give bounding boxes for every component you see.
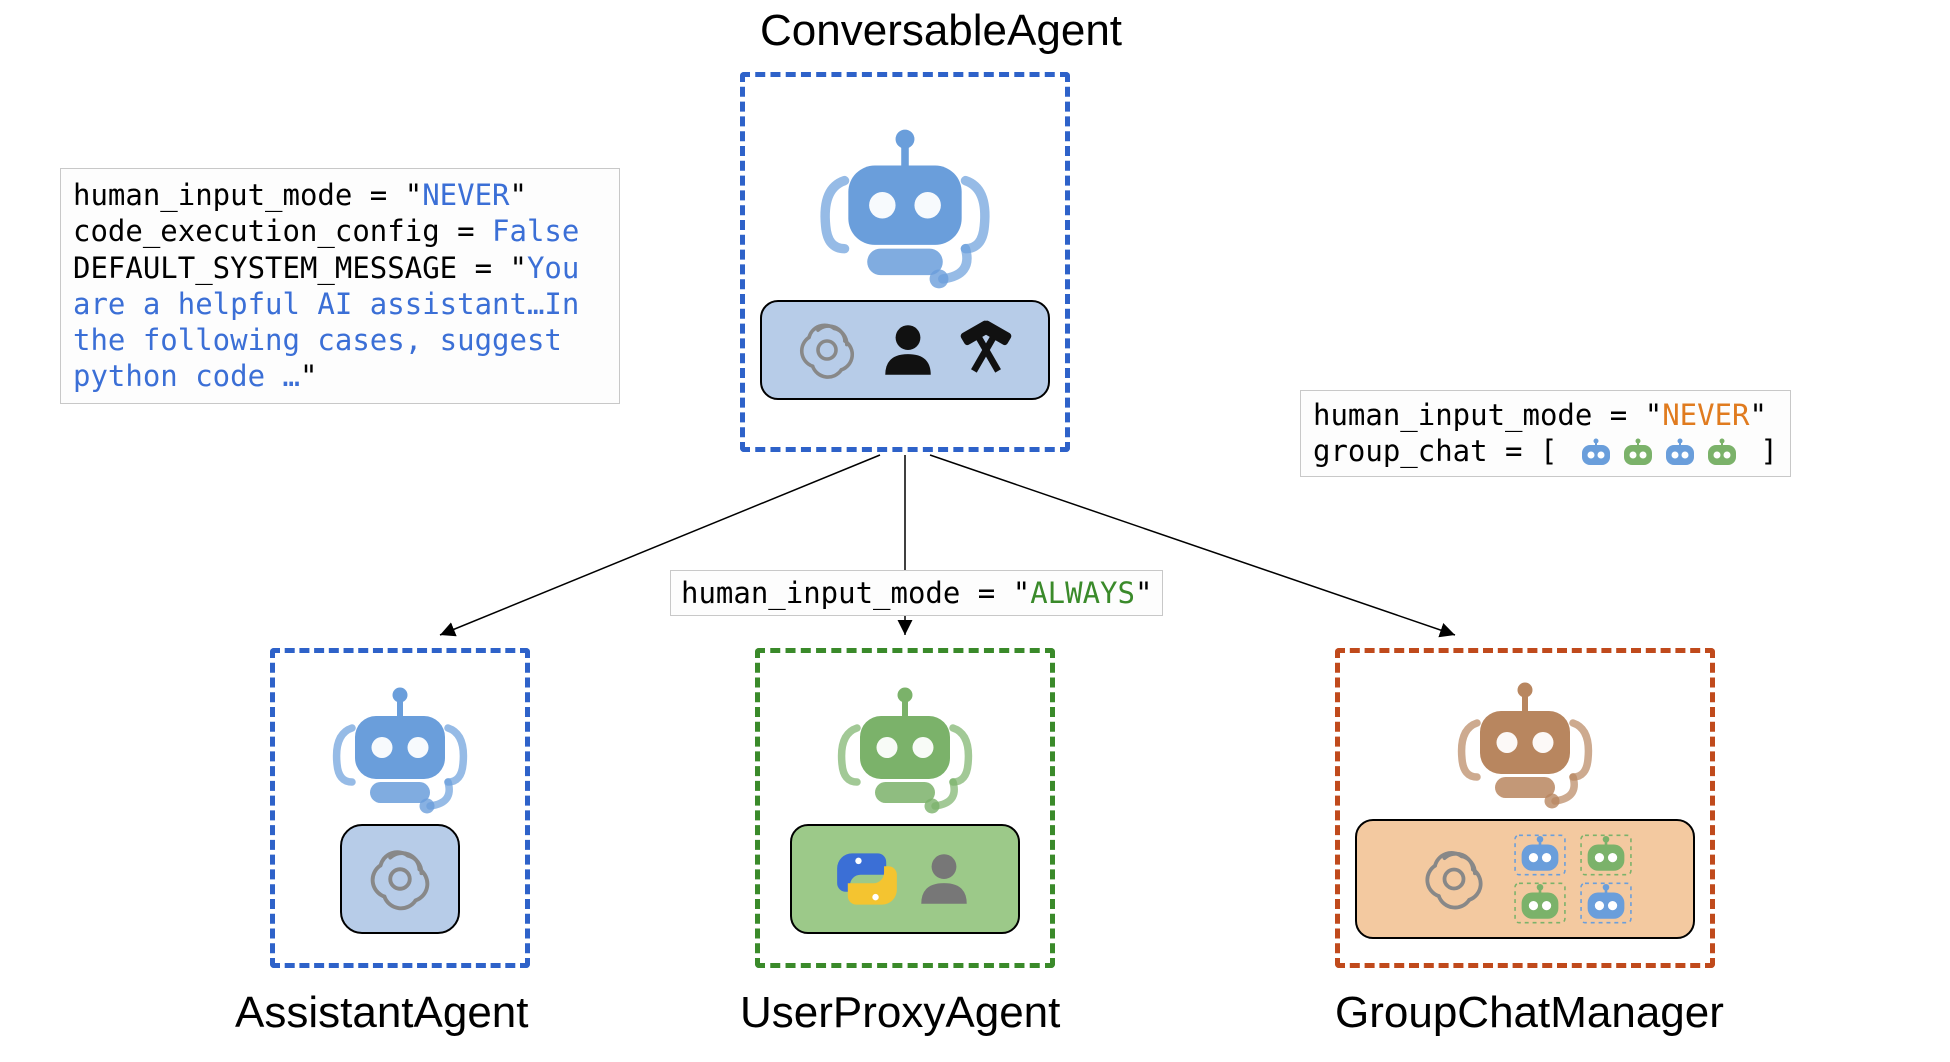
mini-robot-icon bbox=[1701, 437, 1743, 469]
userproxy-config-code: human_input_mode = "ALWAYS" bbox=[670, 570, 1163, 616]
openai-icon bbox=[1416, 841, 1492, 917]
conversable-agent-box bbox=[740, 72, 1070, 452]
mini-robot-icon bbox=[1578, 882, 1634, 924]
openai-icon bbox=[791, 314, 863, 386]
mini-robot-icon bbox=[1617, 437, 1659, 469]
mini-robot-icon bbox=[1512, 834, 1568, 876]
capabilities-panel bbox=[1355, 819, 1695, 939]
robot-icon bbox=[1450, 678, 1600, 813]
mini-robot-icon bbox=[1512, 882, 1568, 924]
python-icon bbox=[835, 847, 899, 911]
tools-icon bbox=[953, 317, 1019, 383]
capabilities-panel bbox=[760, 300, 1050, 400]
capabilities-panel bbox=[790, 824, 1020, 934]
openai-icon bbox=[361, 840, 439, 918]
capabilities-panel bbox=[340, 824, 460, 934]
assistant-agent-box bbox=[270, 648, 530, 968]
groupchat-config-code: human_input_mode = "NEVER" group_chat = … bbox=[1300, 390, 1791, 477]
person-icon bbox=[913, 848, 975, 910]
person-icon bbox=[877, 319, 939, 381]
robot-icon bbox=[830, 683, 980, 818]
mini-robot-icon bbox=[1578, 834, 1634, 876]
robot-icon bbox=[325, 683, 475, 818]
assistant-config-code: human_input_mode = "NEVER" code_executio… bbox=[60, 168, 620, 404]
mini-robot-icon bbox=[1659, 437, 1701, 469]
mini-robot-icon bbox=[1575, 437, 1617, 469]
mini-agent-grid bbox=[1512, 834, 1634, 924]
group-chat-manager-box bbox=[1335, 648, 1715, 968]
robot-icon bbox=[810, 124, 1000, 294]
user-proxy-agent-box bbox=[755, 648, 1055, 968]
